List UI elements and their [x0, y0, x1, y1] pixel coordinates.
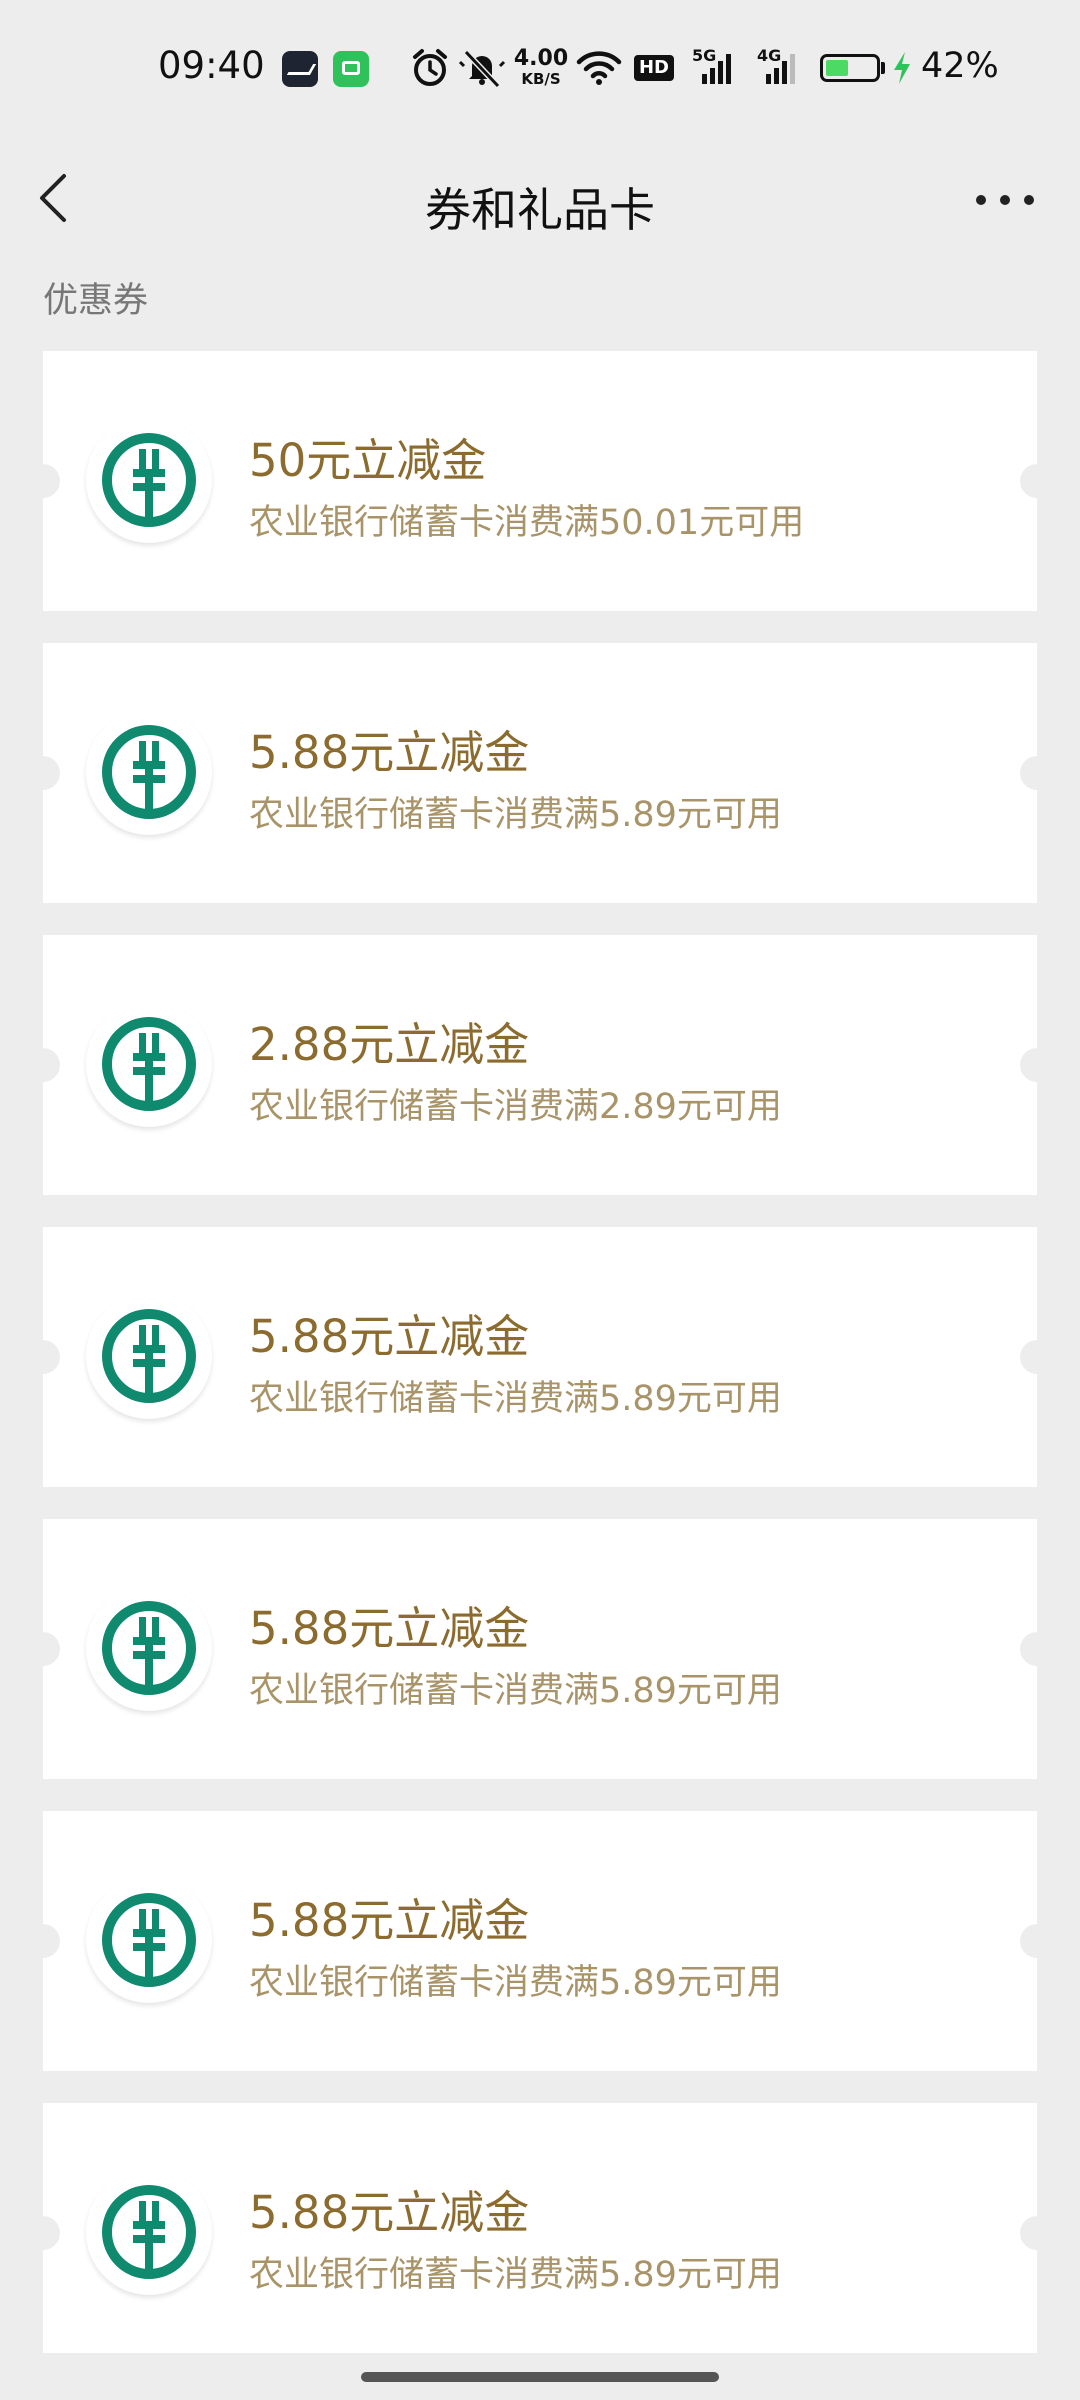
- bank-logo: [86, 1293, 212, 1419]
- coupon-desc: 农业银行储蓄卡消费满5.89元可用: [249, 1671, 782, 1711]
- bank-logo: [86, 417, 212, 543]
- battery-percent: 42%: [921, 46, 999, 86]
- coupon-notch: [26, 1048, 60, 1082]
- coupon-desc: 农业银行储蓄卡消费满2.89元可用: [249, 1087, 782, 1127]
- coupon-title: 5.88元立减金: [249, 1310, 530, 1363]
- bank-logo: [86, 1877, 212, 2003]
- more-icon: [976, 195, 1034, 205]
- network-speed-value: 4.00: [513, 46, 569, 71]
- coupon-desc: 农业银行储蓄卡消费满5.89元可用: [249, 2255, 782, 2295]
- coupon-notch: [1020, 1048, 1054, 1082]
- abc-bank-logo-icon: [102, 725, 196, 819]
- mail-icon: [282, 51, 318, 87]
- coupon-notch: [26, 1632, 60, 1666]
- abc-bank-logo-icon: [102, 433, 196, 527]
- coupon-notch: [1020, 1632, 1054, 1666]
- abc-bank-logo-icon: [102, 1893, 196, 1987]
- coupon-notch: [26, 464, 60, 498]
- coupon-card[interactable]: 5.88元立减金 农业银行储蓄卡消费满5.89元可用: [26, 1519, 1054, 1779]
- network-speed-unit: KB/S: [521, 70, 561, 88]
- bank-logo: [86, 1585, 212, 1711]
- battery-fill: [826, 60, 848, 76]
- bank-logo: [86, 1001, 212, 1127]
- wifi-icon: [576, 51, 622, 85]
- coupon-title: 2.88元立减金: [249, 1018, 530, 1071]
- coupon-desc: 农业银行储蓄卡消费满50.01元可用: [249, 503, 805, 543]
- coupon-notch: [1020, 464, 1054, 498]
- hd-badge: HD: [634, 55, 674, 81]
- battery-tip: [881, 62, 885, 74]
- abc-bank-logo-icon: [102, 1017, 196, 1111]
- more-button[interactable]: [970, 160, 1040, 240]
- abc-bank-logo-icon: [102, 1601, 196, 1695]
- coupon-notch: [26, 756, 60, 790]
- coupon-desc: 农业银行储蓄卡消费满5.89元可用: [249, 1963, 782, 2003]
- abc-bank-logo-icon: [102, 1309, 196, 1403]
- coupon-title: 5.88元立减金: [249, 1602, 530, 1655]
- coupon-card[interactable]: 50元立减金 农业银行储蓄卡消费满50.01元可用: [26, 351, 1054, 611]
- coupon-notch: [1020, 2216, 1054, 2250]
- coupon-notch: [26, 2216, 60, 2250]
- coupon-card[interactable]: 5.88元立减金 农业银行储蓄卡消费满5.89元可用: [26, 1227, 1054, 1487]
- bank-logo: [86, 709, 212, 835]
- coupon-card[interactable]: 2.88元立减金 农业银行储蓄卡消费满2.89元可用: [26, 935, 1054, 1195]
- alarm-icon: [413, 49, 447, 86]
- coupon-notch: [1020, 1340, 1054, 1374]
- coupon-card[interactable]: 5.88元立减金 农业银行储蓄卡消费满5.89元可用: [26, 2103, 1054, 2353]
- coupon-title: 5.88元立减金: [249, 1894, 530, 1947]
- coupon-title: 5.88元立减金: [249, 2186, 530, 2239]
- coupon-title: 5.88元立减金: [249, 726, 530, 779]
- section-label: 优惠券: [43, 281, 149, 321]
- coupon-notch: [1020, 756, 1054, 790]
- message-icon: [333, 51, 369, 87]
- coupon-title: 50元立减金: [249, 434, 487, 487]
- signal-4g-icon: [766, 54, 795, 84]
- battery-icon: [820, 54, 880, 82]
- coupon-notch: [26, 1924, 60, 1958]
- home-indicator[interactable]: [361, 2372, 719, 2382]
- coupon-desc: 农业银行储蓄卡消费满5.89元可用: [249, 1379, 782, 1419]
- coupon-list: 50元立减金 农业银行储蓄卡消费满50.01元可用 5.88元立减金 农业银行储…: [26, 351, 1054, 2385]
- status-time: 09:40: [158, 44, 265, 87]
- network-speed: 4.00 KB/S: [512, 48, 570, 87]
- abc-bank-logo-icon: [102, 2185, 196, 2279]
- coupon-notch: [1020, 1924, 1054, 1958]
- charging-icon: [894, 52, 910, 84]
- coupon-card[interactable]: 5.88元立减金 农业银行储蓄卡消费满5.89元可用: [26, 1811, 1054, 2071]
- coupon-desc: 农业银行储蓄卡消费满5.89元可用: [249, 795, 782, 835]
- coupon-notch: [26, 1340, 60, 1374]
- mute-icon: [458, 49, 506, 89]
- coupon-card[interactable]: 5.88元立减金 农业银行储蓄卡消费满5.89元可用: [26, 643, 1054, 903]
- bank-logo: [86, 2169, 212, 2295]
- signal-5g-icon: [702, 54, 731, 84]
- status-bar: 09:40 4.00 KB/S HD 5G 4G 42%: [0, 0, 1080, 140]
- page-title: 券和礼品卡: [425, 183, 655, 237]
- nav-bar: 券和礼品卡: [0, 140, 1080, 260]
